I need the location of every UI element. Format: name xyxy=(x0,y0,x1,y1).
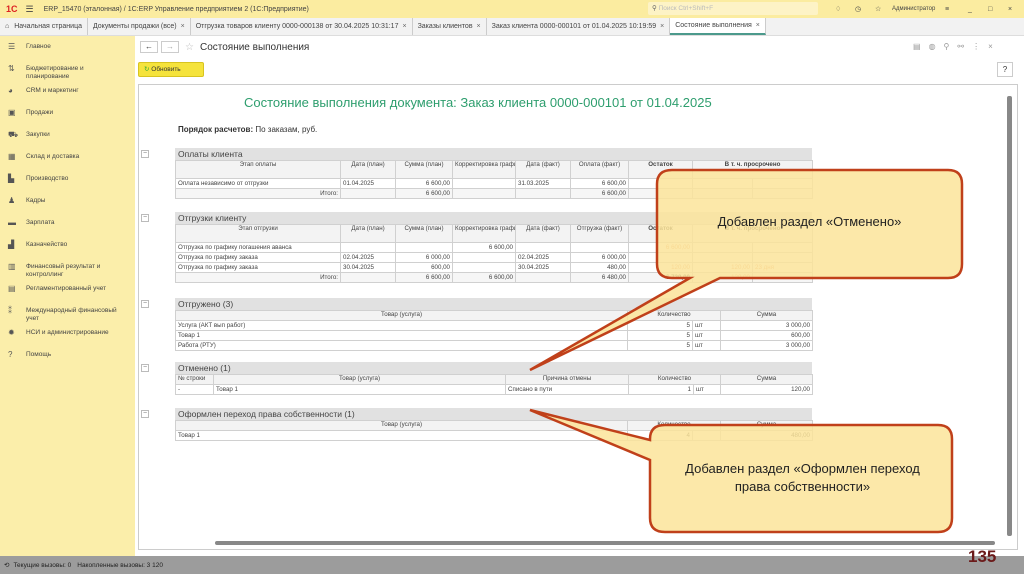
collapse-group-toggle[interactable]: − xyxy=(141,300,149,308)
callout-cancelled-text: Добавлен раздел «Отменено» xyxy=(717,214,902,229)
collapse-group-toggle[interactable]: − xyxy=(141,410,149,418)
status-bar: ⟲ Текущие вызовы: 0 Накопленные вызовы: … xyxy=(0,556,1024,574)
collapse-group-toggle[interactable]: − xyxy=(141,364,149,372)
accumulated-calls: Накопленные вызовы: 3 120 xyxy=(77,561,163,569)
current-calls: Текущие вызовы: 0 xyxy=(13,561,72,569)
collapse-group-toggle[interactable]: − xyxy=(141,214,149,222)
calls-icon: ⟲ xyxy=(4,562,10,569)
slide-number: 135 xyxy=(968,547,997,566)
callout-cancelled-shape xyxy=(529,168,964,372)
collapse-group-toggle[interactable]: − xyxy=(141,150,149,158)
callout-ownership-text: Добавлен раздел «Оформлен переход права … xyxy=(685,461,920,494)
